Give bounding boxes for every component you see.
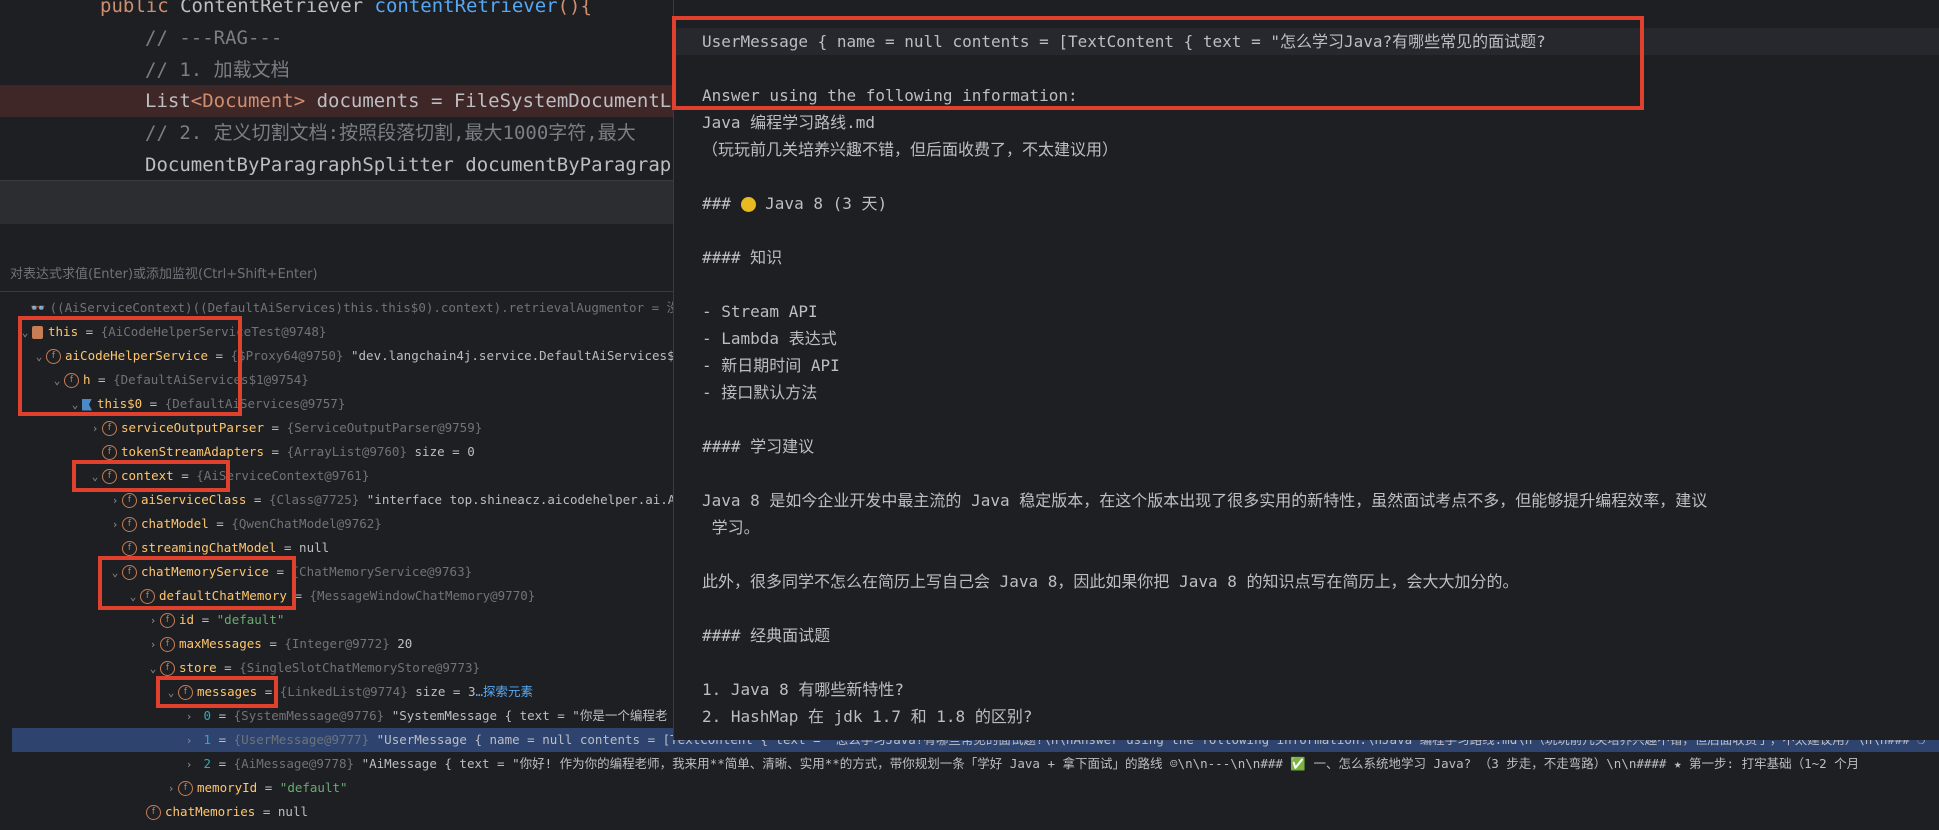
field-icon: f bbox=[122, 565, 137, 580]
viewer-line: UserMessage { name = null contents = [Te… bbox=[674, 28, 1939, 55]
field-icon: f bbox=[122, 541, 137, 556]
field-icon: f bbox=[102, 469, 117, 484]
chevron-down-icon[interactable]: ⌄ bbox=[50, 369, 64, 393]
viewer-line: ### Java 8 (3 天) bbox=[702, 194, 888, 213]
field-icon: f bbox=[160, 661, 175, 676]
viewer-line: #### 经典面试题 bbox=[702, 626, 831, 645]
coin-emoji-icon bbox=[740, 197, 756, 212]
tree-row-this0[interactable]: ⌄ this$0 = {DefaultAiServices@9757} bbox=[68, 392, 346, 417]
field-icon: f bbox=[122, 517, 137, 532]
flag-icon bbox=[82, 398, 92, 411]
field-icon: f bbox=[146, 805, 161, 820]
chevron-down-icon[interactable]: ⌄ bbox=[18, 321, 32, 345]
chevron-right-icon[interactable]: › bbox=[146, 633, 160, 657]
chevron-right-icon[interactable]: › bbox=[182, 753, 196, 777]
field-icon: f bbox=[160, 637, 175, 652]
field-icon: f bbox=[102, 445, 117, 460]
viewer-line: 2. HashMap 在 jdk 1.7 和 1.8 的区别? bbox=[702, 707, 1033, 726]
tree-row-chatModel[interactable]: › f chatModel = {QwenChatModel@9762} bbox=[108, 512, 382, 536]
tree-row-message-0[interactable]: › 0 = {SystemMessage@9776} "SystemMessag… bbox=[182, 704, 668, 729]
chevron-right-icon[interactable]: › bbox=[146, 609, 160, 633]
chevron-right-icon[interactable]: › bbox=[108, 489, 122, 513]
breakpoint-line-marker bbox=[0, 85, 56, 117]
field-icon: f bbox=[140, 589, 155, 604]
tree-row-serviceOutputParser[interactable]: › f serviceOutputParser = {ServiceOutputPa… bbox=[88, 416, 482, 440]
code-editor[interactable]: public ContentRetriever contentRetriever… bbox=[0, 0, 673, 180]
variable-icon bbox=[32, 326, 43, 339]
code-line-4: List<Document> documents = FileSystemDoc… bbox=[56, 85, 673, 117]
code-line-5: // 2. 定义切割文档:按照段落切割,最大1000字符,最大 bbox=[145, 122, 636, 144]
tree-row-this[interactable]: ⌄ this = {AiCodeHelperServiceTest@9748} bbox=[18, 320, 326, 344]
tree-row-context[interactable]: ⌄ f context = {AiServiceContext@9761} bbox=[88, 464, 369, 488]
chevron-down-icon[interactable]: ⌄ bbox=[68, 393, 82, 417]
chevron-right-icon[interactable]: › bbox=[88, 417, 102, 441]
panel-divider bbox=[0, 180, 673, 226]
tree-row-defaultChatMemory[interactable]: ⌄ f defaultChatMemory = {MessageWindowChat… bbox=[126, 584, 535, 608]
viewer-line: Java 编程学习路线.md bbox=[702, 113, 876, 132]
viewer-line: #### 学习建议 bbox=[702, 437, 815, 456]
chevron-down-icon[interactable]: ⌄ bbox=[146, 657, 160, 681]
viewer-line: - 接口默认方法 bbox=[702, 383, 818, 402]
chevron-down-icon[interactable]: ⌄ bbox=[164, 681, 178, 705]
viewer-line: - Stream API bbox=[702, 302, 818, 321]
tree-row-streamingChatModel[interactable]: f streamingChatModel = null bbox=[108, 536, 329, 560]
viewer-line: - Lambda 表达式 bbox=[702, 329, 837, 348]
watch-expression-row[interactable]: 👓 ((AiServiceContext)((DefaultAiServices)… bbox=[30, 296, 717, 320]
tree-row-store[interactable]: ⌄ f store = {SingleSlotChatMemoryStore@977… bbox=[146, 656, 480, 680]
code-line-2: // ---RAG--- bbox=[145, 27, 283, 49]
tree-row-message-2[interactable]: › 2 = {AiMessage@9778} "AiMessage { text… bbox=[182, 752, 1860, 777]
tree-row-maxMessages[interactable]: › f maxMessages = {Integer@9772} 20 bbox=[146, 632, 412, 656]
field-icon: f bbox=[160, 613, 175, 628]
tree-row-aiServiceClass[interactable]: › f aiServiceClass = {Class@7725} "interfa… bbox=[108, 488, 705, 512]
tree-row-chatMemoryService[interactable]: ⌄ f chatMemoryService = {ChatMemoryService… bbox=[108, 560, 472, 584]
tree-row-memoryId[interactable]: › f memoryId = "default" bbox=[164, 776, 348, 800]
field-icon: f bbox=[122, 493, 137, 508]
field-icon: f bbox=[178, 685, 193, 700]
tree-row-chatMemories[interactable]: f chatMemories = null bbox=[132, 800, 308, 824]
viewer-line: #### 知识 bbox=[702, 248, 783, 267]
tree-row-messages[interactable]: ⌄ f messages = {LinkedList@9774} size = 3…… bbox=[164, 680, 533, 704]
chevron-down-icon[interactable]: ⌄ bbox=[88, 465, 102, 489]
explore-elements-link[interactable]: …探索元素 bbox=[475, 684, 533, 699]
chevron-down-icon[interactable]: ⌄ bbox=[32, 345, 46, 369]
field-icon: f bbox=[46, 349, 61, 364]
tree-row-tokenStreamAdapters[interactable]: f tokenStreamAdapters = {ArrayList@9760} … bbox=[88, 440, 475, 464]
field-icon: f bbox=[64, 373, 79, 388]
viewer-line: - 新日期时间 API bbox=[702, 356, 840, 375]
viewer-line: Answer using the following information: bbox=[702, 86, 1078, 105]
viewer-line: 学习。 bbox=[702, 518, 760, 537]
chevron-down-icon[interactable]: ⌄ bbox=[126, 585, 140, 609]
field-icon: f bbox=[102, 421, 117, 436]
chevron-down-icon[interactable]: ⌄ bbox=[108, 561, 122, 585]
code-line-6: DocumentByParagraphSplitter documentByPa… bbox=[145, 154, 673, 176]
tree-row-id[interactable]: › f id = "default" bbox=[146, 608, 284, 632]
evaluate-expression-input[interactable]: 对表达式求值(Enter)或添加监视(Ctrl+Shift+Enter) bbox=[0, 258, 673, 292]
watch-glasses-icon: 👓 bbox=[30, 300, 46, 315]
chevron-right-icon[interactable]: › bbox=[182, 729, 196, 753]
viewer-line: 1. Java 8 有哪些新特性? bbox=[702, 680, 904, 699]
viewer-line: （玩玩前几关培养兴趣不错，但后面收费了，不太建议用） bbox=[702, 140, 1119, 159]
chevron-right-icon[interactable]: › bbox=[108, 513, 122, 537]
tree-row-h[interactable]: ⌄ f h = {DefaultAiServices$1@9754} bbox=[50, 368, 309, 392]
chevron-right-icon[interactable]: › bbox=[164, 777, 178, 801]
viewer-line: 此外，很多同学不怎么在简历上写自己会 Java 8，因此如果你把 Java 8 … bbox=[702, 572, 1519, 591]
chevron-right-icon[interactable]: › bbox=[182, 705, 196, 729]
code-line-3: // 1. 加载文档 bbox=[145, 59, 290, 81]
code-line-1: public ContentRetriever contentRetriever… bbox=[100, 0, 592, 17]
viewer-line: Java 8 是如今企业开发中最主流的 Java 稳定版本，在这个版本出现了很多… bbox=[702, 491, 1708, 510]
field-icon: f bbox=[178, 781, 193, 796]
tree-row-aiCodeHelperService[interactable]: ⌄ f aiCodeHelperService = {$Proxy64@9750} … bbox=[32, 344, 712, 368]
